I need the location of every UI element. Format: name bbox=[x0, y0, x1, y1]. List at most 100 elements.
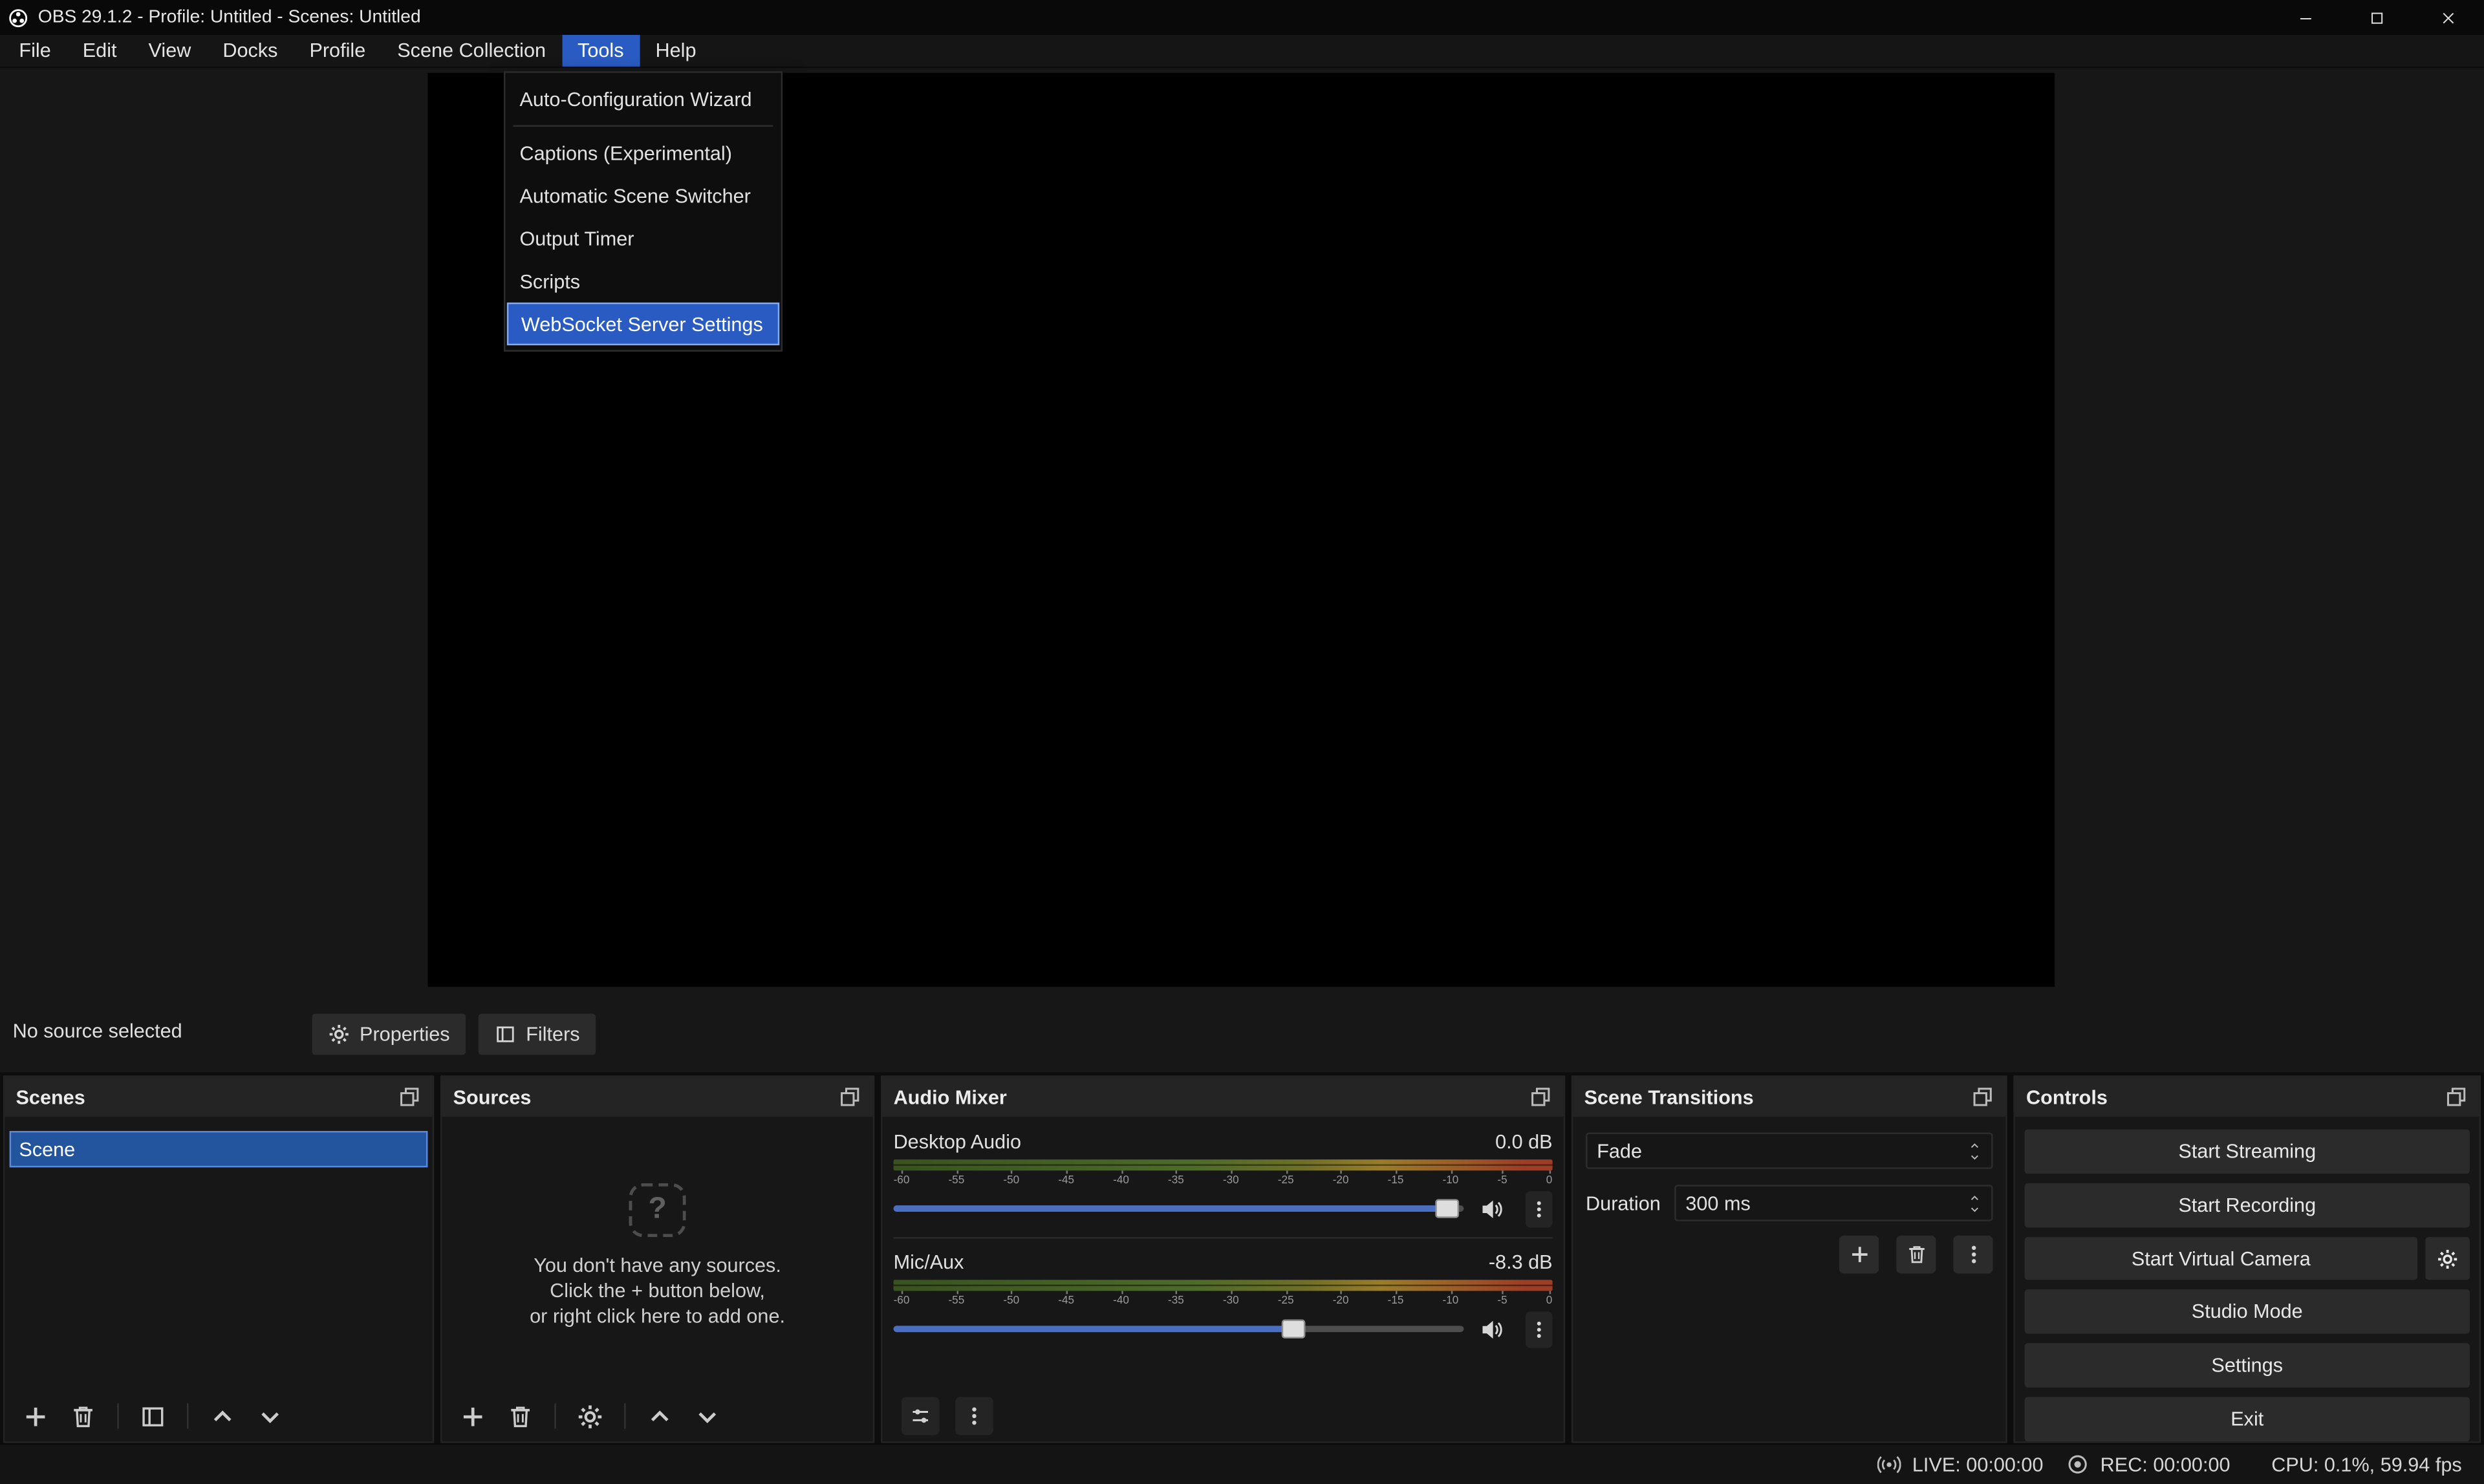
speaker-icon[interactable] bbox=[1480, 1317, 1504, 1341]
tick-label: -55 bbox=[948, 1294, 964, 1309]
duration-label: Duration bbox=[1586, 1192, 1660, 1214]
studio-mode-button[interactable]: Studio Mode bbox=[2025, 1289, 2470, 1334]
scene-list-item-selected[interactable]: Scene bbox=[10, 1131, 428, 1167]
channel-options-button[interactable] bbox=[1526, 1190, 1553, 1227]
start-streaming-button[interactable]: Start Streaming bbox=[2025, 1130, 2470, 1174]
menu-file[interactable]: File bbox=[3, 35, 67, 67]
sources-dock-popout-icon[interactable] bbox=[838, 1085, 862, 1109]
volume-slider-row bbox=[894, 1315, 1553, 1343]
start-virtual-camera-button[interactable]: Start Virtual Camera bbox=[2025, 1237, 2418, 1280]
menu-docks[interactable]: Docks bbox=[207, 35, 294, 67]
menu-item-websocket-server-settings[interactable]: WebSocket Server Settings bbox=[507, 303, 779, 345]
tick-label: -35 bbox=[1168, 1174, 1184, 1189]
start-recording-button[interactable]: Start Recording bbox=[2025, 1183, 2470, 1228]
volume-slider-row bbox=[894, 1194, 1553, 1223]
chevron-down-icon[interactable] bbox=[1967, 1151, 1982, 1162]
move-scene-down-icon[interactable] bbox=[257, 1403, 284, 1430]
dock-area: Scenes Scene Sources bbox=[0, 1072, 2484, 1443]
add-transition-button[interactable] bbox=[1839, 1236, 1879, 1274]
exit-button[interactable]: Exit bbox=[2025, 1397, 2470, 1442]
chevron-up-icon[interactable] bbox=[1967, 1139, 1982, 1150]
live-timer: LIVE: 00:00:00 bbox=[1912, 1454, 2044, 1476]
minimize-button[interactable] bbox=[2270, 0, 2341, 35]
menu-separator bbox=[513, 125, 773, 127]
transition-select[interactable]: Fade bbox=[1586, 1132, 1993, 1168]
scene-filters-icon[interactable] bbox=[140, 1403, 167, 1430]
tools-dropdown-menu: Auto-Configuration Wizard Captions (Expe… bbox=[504, 71, 783, 352]
move-scene-up-icon[interactable] bbox=[209, 1403, 236, 1430]
transitions-dock-header[interactable]: Scene Transitions bbox=[1573, 1077, 2005, 1117]
duration-row: Duration 300 ms bbox=[1586, 1185, 1993, 1221]
menu-help[interactable]: Help bbox=[640, 35, 712, 67]
kebab-icon bbox=[1529, 1318, 1550, 1339]
settings-button[interactable]: Settings bbox=[2025, 1343, 2470, 1388]
sources-dock-header[interactable]: Sources bbox=[442, 1077, 872, 1117]
channel-header: Mic/Aux -8.3 dB bbox=[894, 1248, 1553, 1275]
spin-up-icon[interactable] bbox=[1967, 1192, 1982, 1203]
channel-header: Desktop Audio 0.0 dB bbox=[894, 1128, 1553, 1155]
question-placeholder-icon: ? bbox=[629, 1183, 686, 1237]
scenes-dock-header[interactable]: Scenes bbox=[5, 1077, 432, 1117]
speaker-icon[interactable] bbox=[1480, 1197, 1504, 1221]
remove-source-icon[interactable] bbox=[507, 1403, 534, 1430]
tick-label: -45 bbox=[1058, 1174, 1074, 1189]
audio-mixer-dock-header[interactable]: Audio Mixer bbox=[882, 1077, 1563, 1117]
sources-list[interactable]: ? You don't have any sources. Click the … bbox=[442, 1117, 872, 1441]
move-source-up-icon[interactable] bbox=[646, 1403, 673, 1430]
menu-tools[interactable]: Tools bbox=[562, 35, 640, 67]
tick-label: -10 bbox=[1443, 1174, 1459, 1189]
properties-button[interactable]: Properties bbox=[312, 1014, 466, 1055]
source-properties-gear-icon[interactable] bbox=[577, 1403, 604, 1430]
volume-slider-handle[interactable] bbox=[1282, 1320, 1306, 1339]
menu-scene-collection[interactable]: Scene Collection bbox=[382, 35, 562, 67]
audio-mixer-dock-popout-icon[interactable] bbox=[1529, 1085, 1553, 1109]
duration-value: 300 ms bbox=[1685, 1192, 1750, 1214]
volume-slider-handle[interactable] bbox=[1436, 1199, 1460, 1218]
mixer-options-button[interactable] bbox=[955, 1397, 993, 1436]
titlebar: OBS 29.1.2 - Profile: Untitled - Scenes:… bbox=[0, 0, 2484, 35]
menu-profile[interactable]: Profile bbox=[294, 35, 382, 67]
transitions-dock-popout-icon[interactable] bbox=[1971, 1085, 1994, 1109]
channel-level-db: -8.3 dB bbox=[1489, 1251, 1553, 1273]
menu-edit[interactable]: Edit bbox=[67, 35, 133, 67]
spin-down-icon[interactable] bbox=[1967, 1203, 1982, 1214]
menu-item-scripts[interactable]: Scripts bbox=[507, 260, 779, 303]
tick-label: -5 bbox=[1497, 1174, 1507, 1189]
remove-transition-button[interactable] bbox=[1896, 1236, 1936, 1274]
channel-options-button[interactable] bbox=[1526, 1311, 1553, 1347]
volume-slider[interactable] bbox=[894, 1205, 1464, 1212]
toolbar-separator bbox=[187, 1403, 188, 1428]
add-source-icon[interactable] bbox=[459, 1403, 486, 1430]
controls-dock-header[interactable]: Controls bbox=[2015, 1077, 2479, 1117]
advanced-audio-properties-button[interactable] bbox=[902, 1397, 940, 1436]
scene-transitions-dock: Scene Transitions Fade Duration 300 ms bbox=[1571, 1075, 2007, 1443]
volume-slider[interactable] bbox=[894, 1326, 1464, 1332]
menubar: File Edit View Docks Profile Scene Colle… bbox=[0, 35, 2484, 68]
main-area bbox=[0, 68, 2484, 996]
rec-status: REC: 00:00:00 bbox=[2066, 1452, 2230, 1476]
maximize-button[interactable] bbox=[2342, 0, 2413, 35]
controls-dock: Controls Start Streaming Start Recording… bbox=[2013, 1075, 2481, 1443]
menu-item-automatic-scene-switcher[interactable]: Automatic Scene Switcher bbox=[507, 174, 779, 217]
duration-spinbox[interactable]: 300 ms bbox=[1674, 1185, 1993, 1221]
virtual-camera-settings-button[interactable] bbox=[2425, 1237, 2470, 1280]
menu-view[interactable]: View bbox=[133, 35, 207, 67]
controls-dock-popout-icon[interactable] bbox=[2445, 1085, 2468, 1109]
menu-item-auto-configuration-wizard[interactable]: Auto-Configuration Wizard bbox=[507, 78, 779, 120]
close-button[interactable] bbox=[2413, 0, 2484, 35]
remove-scene-icon[interactable] bbox=[70, 1403, 97, 1430]
virtual-camera-row: Start Virtual Camera bbox=[2025, 1237, 2470, 1280]
scenes-toolbar bbox=[5, 1391, 432, 1441]
tick-label: -45 bbox=[1058, 1294, 1074, 1309]
menu-item-output-timer[interactable]: Output Timer bbox=[507, 217, 779, 260]
transition-options-button[interactable] bbox=[1953, 1236, 1993, 1274]
menu-item-captions-experimental[interactable]: Captions (Experimental) bbox=[507, 131, 779, 174]
mixer-channel-mic-aux: Mic/Aux -8.3 dB -60-55-50-45-40-35-30-25… bbox=[894, 1237, 1553, 1357]
audio-mixer-body: Desktop Audio 0.0 dB -60-55-50-45-40-35-… bbox=[882, 1117, 1563, 1441]
scenes-list[interactable]: Scene bbox=[5, 1117, 432, 1441]
add-scene-icon[interactable] bbox=[22, 1403, 49, 1430]
tick-label: -35 bbox=[1168, 1294, 1184, 1309]
filters-button[interactable]: Filters bbox=[479, 1014, 596, 1055]
move-source-down-icon[interactable] bbox=[694, 1403, 721, 1430]
scenes-dock-popout-icon[interactable] bbox=[398, 1085, 422, 1109]
